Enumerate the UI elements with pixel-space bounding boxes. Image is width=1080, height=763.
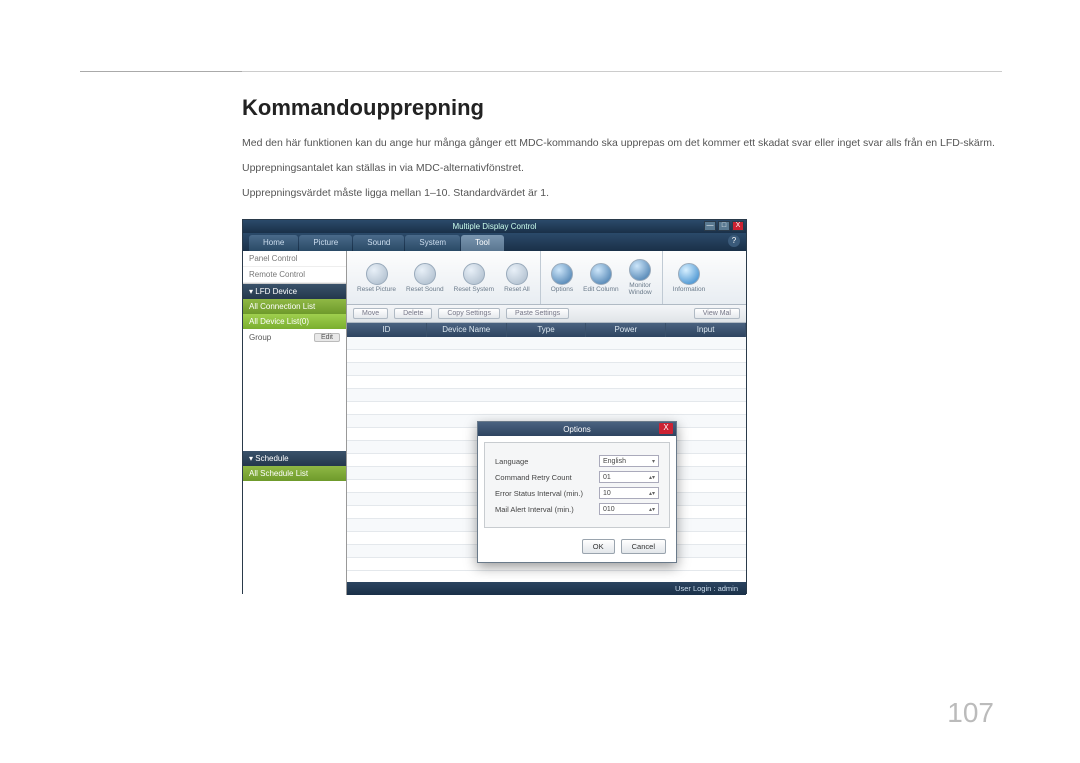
toolbar-monitor-window[interactable]: Monitor Window <box>629 259 652 296</box>
chevron-down-icon: ▾ <box>652 458 655 465</box>
sidebar: Panel Control Remote Control ▾ LFD Devic… <box>243 251 347 595</box>
ok-button[interactable]: OK <box>582 539 615 554</box>
main-area: Reset Picture Reset Sound Reset System R… <box>347 251 746 595</box>
toolbar-info-group: Information <box>663 251 716 304</box>
move-button[interactable]: Move <box>353 308 388 319</box>
reset-all-icon <box>506 263 528 285</box>
toolbar-reset-group: Reset Picture Reset Sound Reset System R… <box>347 251 541 304</box>
window-buttons: — □ X <box>704 221 744 231</box>
sidebar-group-area: Group Edit <box>243 329 346 451</box>
error-interval-spinner[interactable]: 10▴▾ <box>599 487 659 499</box>
sidebar-all-device[interactable]: All Device List(0) <box>243 314 346 329</box>
spinner-icon: ▴▾ <box>649 506 655 513</box>
app-title: Multiple Display Control <box>452 222 536 231</box>
tab-tool[interactable]: Tool <box>461 235 504 251</box>
spinner-icon: ▴▾ <box>649 474 655 481</box>
col-device-name[interactable]: Device Name <box>427 323 507 337</box>
help-button[interactable]: ? <box>728 235 740 247</box>
status-bar: User Login : admin <box>347 582 746 595</box>
delete-button[interactable]: Delete <box>394 308 432 319</box>
grid-header: ID Device Name Type Power Input <box>347 323 746 337</box>
grid-row <box>347 389 746 402</box>
tab-picture[interactable]: Picture <box>299 235 352 251</box>
paste-settings-button[interactable]: Paste Settings <box>506 308 569 319</box>
paragraph-2: Upprepningsantalet kan ställas in via MD… <box>242 160 1002 177</box>
spinner-icon: ▴▾ <box>649 490 655 497</box>
error-interval-label: Error Status Interval (min.) <box>495 489 583 498</box>
toolbar-options[interactable]: Options <box>551 263 573 294</box>
monitor-icon <box>629 259 651 281</box>
sidebar-panel-control[interactable]: Panel Control <box>243 251 346 267</box>
grid-row <box>347 363 746 376</box>
language-select[interactable]: English▾ <box>599 455 659 467</box>
grid-row <box>347 337 746 350</box>
main-tabs: Home Picture Sound System Tool ? <box>243 233 746 251</box>
sidebar-lfd-header[interactable]: ▾ LFD Device <box>243 284 346 299</box>
row-error-interval: Error Status Interval (min.) 10▴▾ <box>495 487 659 499</box>
tab-home[interactable]: Home <box>249 235 298 251</box>
gear-icon <box>551 263 573 285</box>
language-label: Language <box>495 457 528 466</box>
mdc-app-window: Multiple Display Control — □ X Home Pict… <box>242 219 747 594</box>
action-bar: Move Delete Copy Settings Paste Settings… <box>347 305 746 323</box>
page-heading: Kommandoupprepning <box>242 95 1002 121</box>
options-dialog: Options X Language English▾ Command Retr… <box>477 421 677 563</box>
col-type[interactable]: Type <box>507 323 587 337</box>
retry-count-label: Command Retry Count <box>495 473 572 482</box>
mail-interval-spinner[interactable]: 010▴▾ <box>599 503 659 515</box>
columns-icon <box>590 263 612 285</box>
col-id[interactable]: ID <box>347 323 427 337</box>
cancel-button[interactable]: Cancel <box>621 539 666 554</box>
view-mal-button[interactable]: View Mal <box>694 308 740 319</box>
reset-picture-icon <box>366 263 388 285</box>
sidebar-edit-button[interactable]: Edit <box>314 333 340 342</box>
grid-body: Options X Language English▾ Command Retr… <box>347 337 746 582</box>
minimize-button[interactable]: — <box>704 221 716 231</box>
maximize-button[interactable]: □ <box>718 221 730 231</box>
sidebar-schedule-header[interactable]: ▾ Schedule <box>243 451 346 466</box>
dialog-close-button[interactable]: X <box>659 423 673 434</box>
info-icon <box>678 263 700 285</box>
titlebar: Multiple Display Control — □ X <box>243 220 746 233</box>
sidebar-all-connection[interactable]: All Connection List <box>243 299 346 314</box>
dialog-titlebar: Options X <box>478 422 676 436</box>
paragraph-1: Med den här funktionen kan du ange hur m… <box>242 135 1002 152</box>
toolbar-options-group: Options Edit Column Monitor Window <box>541 251 663 304</box>
copy-settings-button[interactable]: Copy Settings <box>438 308 500 319</box>
mail-interval-label: Mail Alert Interval (min.) <box>495 505 574 514</box>
dialog-title: Options <box>563 425 591 434</box>
row-language: Language English▾ <box>495 455 659 467</box>
paragraph-3: Upprepningsvärdet måste ligga mellan 1–1… <box>242 185 1002 202</box>
sidebar-all-device-label: All Device List(0) <box>249 317 309 326</box>
toolbar-information[interactable]: Information <box>673 263 706 294</box>
dialog-body: Language English▾ Command Retry Count 01… <box>484 442 670 528</box>
retry-count-spinner[interactable]: 01▴▾ <box>599 471 659 483</box>
close-button[interactable]: X <box>732 221 744 231</box>
reset-system[interactable]: Reset System <box>454 263 494 294</box>
sidebar-all-schedule[interactable]: All Schedule List <box>243 466 346 481</box>
toolbar: Reset Picture Reset Sound Reset System R… <box>347 251 746 305</box>
reset-sound-icon <box>414 263 436 285</box>
top-rule <box>242 71 1002 72</box>
col-power[interactable]: Power <box>586 323 666 337</box>
reset-system-icon <box>463 263 485 285</box>
col-input[interactable]: Input <box>666 323 746 337</box>
grid-row <box>347 402 746 415</box>
row-retry-count: Command Retry Count 01▴▾ <box>495 471 659 483</box>
tab-system[interactable]: System <box>405 235 460 251</box>
grid-row <box>347 350 746 363</box>
toolbar-edit-column[interactable]: Edit Column <box>583 263 618 294</box>
dialog-buttons: OK Cancel <box>478 534 676 562</box>
sidebar-remote-control[interactable]: Remote Control <box>243 267 346 283</box>
page-content: Kommandoupprepning Med den här funktione… <box>242 95 1002 594</box>
reset-all[interactable]: Reset All <box>504 263 530 294</box>
grid-row <box>347 376 746 389</box>
page-number: 107 <box>947 697 994 729</box>
reset-picture[interactable]: Reset Picture <box>357 263 396 294</box>
reset-sound[interactable]: Reset Sound <box>406 263 444 294</box>
sidebar-group-label: Group <box>249 333 271 342</box>
tab-sound[interactable]: Sound <box>353 235 404 251</box>
row-mail-interval: Mail Alert Interval (min.) 010▴▾ <box>495 503 659 515</box>
left-margin-rule <box>80 0 242 72</box>
